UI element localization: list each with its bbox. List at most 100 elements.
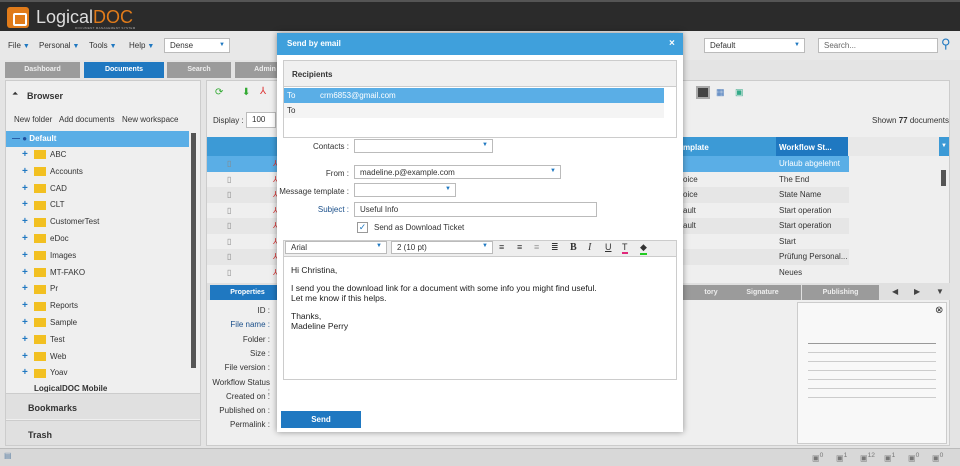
tab-next-icon[interactable]: ▶ bbox=[914, 287, 920, 296]
from-select[interactable]: madeline.p@example.com ▼ bbox=[354, 165, 561, 179]
document-icon: ▯ bbox=[227, 221, 232, 230]
close-dialog-icon[interactable]: × bbox=[669, 38, 675, 49]
tree-folder[interactable]: + Pr bbox=[22, 282, 58, 299]
column-menu-button[interactable]: ▼ bbox=[939, 137, 949, 156]
mail-icon[interactable]: ▣1 bbox=[884, 452, 895, 463]
pdf-icon[interactable]: ⅄ bbox=[260, 86, 266, 97]
list-view-icon[interactable] bbox=[696, 86, 710, 99]
message-template-select[interactable]: ▼ bbox=[354, 183, 456, 197]
send-button[interactable]: Send bbox=[281, 411, 361, 428]
tab-prev-icon[interactable]: ◀ bbox=[892, 287, 898, 296]
expand-icon[interactable]: + bbox=[22, 182, 31, 196]
tree-scrollbar[interactable] bbox=[191, 133, 196, 368]
preview-view-icon[interactable]: ▣ bbox=[735, 87, 744, 98]
gallery-view-icon[interactable]: ▦ bbox=[716, 87, 725, 98]
calendar-icon[interactable]: ▣0 bbox=[908, 452, 919, 463]
refresh-icon[interactable]: ⟳ bbox=[215, 87, 223, 98]
recipient-row[interactable]: To bbox=[284, 103, 664, 118]
expand-icon[interactable]: + bbox=[22, 165, 31, 179]
close-preview-icon[interactable]: ⊗ bbox=[935, 305, 943, 316]
expand-icon[interactable]: + bbox=[22, 282, 31, 296]
align-left-icon[interactable]: ≡ bbox=[499, 242, 504, 252]
font-size-select[interactable]: 2 (10 pt) ▼ bbox=[391, 241, 493, 254]
tab-search[interactable]: Search bbox=[167, 62, 231, 78]
bold-icon[interactable]: B bbox=[570, 242, 577, 253]
tree-folder[interactable]: + Accounts bbox=[22, 165, 83, 182]
expand-icon[interactable]: + bbox=[22, 148, 31, 162]
new-folder-button[interactable]: New folder bbox=[14, 115, 52, 124]
edit-icon[interactable]: ▣12 bbox=[860, 452, 875, 463]
expand-icon[interactable]: + bbox=[22, 249, 31, 263]
tree-folder[interactable]: + Test bbox=[22, 333, 65, 350]
menu-tools[interactable]: Tools bbox=[89, 41, 117, 50]
trash-section[interactable]: Trash bbox=[6, 420, 200, 445]
tree-folder[interactable]: + Images bbox=[22, 249, 76, 266]
tree-folder[interactable]: + Sample bbox=[22, 316, 77, 333]
lock-icon[interactable]: ▣1 bbox=[836, 452, 847, 463]
justify-icon[interactable]: ≣ bbox=[551, 242, 559, 253]
background-color-icon[interactable]: ◆ bbox=[640, 242, 647, 255]
collapse-icon[interactable]: ⏶ bbox=[12, 89, 18, 99]
expand-icon[interactable]: + bbox=[22, 232, 31, 246]
recipient-row[interactable]: To crm6853@gmail.com bbox=[284, 88, 664, 103]
clipboard-icon[interactable]: ▣0 bbox=[812, 452, 823, 463]
tree-folder[interactable]: + MT-FAKO bbox=[22, 266, 85, 283]
tree-folder[interactable]: + eDoc bbox=[22, 232, 69, 249]
align-center-icon[interactable]: ≡ bbox=[517, 242, 522, 252]
column-template[interactable]: mplate bbox=[683, 143, 709, 152]
expand-icon[interactable]: + bbox=[22, 333, 31, 347]
search-icon[interactable]: ⚲ bbox=[941, 36, 951, 52]
expand-icon[interactable]: + bbox=[22, 366, 31, 380]
tab-signature[interactable]: Signature bbox=[724, 285, 801, 300]
tree-folder[interactable]: + CustomerTest bbox=[22, 215, 99, 232]
density-select[interactable]: Dense ▼ bbox=[164, 38, 230, 53]
tree-folder[interactable]: + Reports bbox=[22, 299, 78, 316]
display-count-input[interactable]: 100 bbox=[246, 112, 276, 128]
tree-folder[interactable]: + Yoav bbox=[22, 366, 68, 383]
italic-icon[interactable]: I bbox=[588, 242, 591, 253]
tree-root-default[interactable]: — ● Default bbox=[6, 131, 189, 147]
tree-root-mobile[interactable]: LogicalDOC Mobile bbox=[6, 384, 189, 392]
download-ticket-checkbox[interactable]: ✓ bbox=[357, 222, 368, 233]
bookmarks-section[interactable]: Bookmarks bbox=[6, 393, 200, 419]
tab-documents[interactable]: Documents bbox=[84, 62, 164, 78]
tree-folder[interactable]: + CLT bbox=[22, 198, 65, 215]
contacts-select[interactable]: ▼ bbox=[354, 139, 493, 153]
tab-properties[interactable]: Properties bbox=[210, 285, 285, 300]
folder-icon bbox=[34, 183, 46, 193]
tree-folder[interactable]: + Web bbox=[22, 350, 66, 367]
new-workspace-button[interactable]: New workspace bbox=[122, 115, 178, 124]
gear-icon[interactable]: ▣0 bbox=[932, 452, 943, 463]
property-label: Folder : bbox=[242, 334, 270, 344]
workflow-status-cell: The End bbox=[779, 174, 810, 184]
column-workflow-status[interactable]: Workflow St... bbox=[776, 137, 848, 156]
align-right-icon[interactable]: ≡ bbox=[534, 242, 539, 252]
subject-input[interactable]: Useful Info bbox=[354, 202, 597, 217]
tab-menu-icon[interactable]: ▼ bbox=[936, 287, 944, 296]
folder-icon bbox=[34, 150, 46, 160]
expand-icon[interactable]: + bbox=[22, 198, 31, 212]
tree-folder[interactable]: + ABC bbox=[22, 148, 66, 165]
folder-icon bbox=[34, 234, 46, 244]
search-input[interactable]: Search... bbox=[818, 38, 938, 53]
menu-help[interactable]: Help bbox=[129, 41, 154, 50]
grid-scrollbar[interactable] bbox=[941, 170, 946, 186]
tab-publishing[interactable]: Publishing bbox=[802, 285, 879, 300]
expand-icon[interactable]: + bbox=[22, 266, 31, 280]
tab-dashboard[interactable]: Dashboard bbox=[5, 62, 80, 78]
expand-icon[interactable]: + bbox=[22, 316, 31, 330]
underline-icon[interactable]: U bbox=[605, 242, 612, 252]
expand-icon[interactable]: + bbox=[22, 215, 31, 229]
text-color-icon[interactable]: T bbox=[622, 242, 628, 254]
notes-icon[interactable]: ▤ bbox=[4, 451, 12, 460]
download-icon[interactable]: ⬇ bbox=[242, 87, 250, 98]
expand-icon[interactable]: + bbox=[22, 350, 31, 364]
message-body[interactable]: Hi Christina, I send you the download li… bbox=[291, 265, 671, 339]
menu-personal[interactable]: Personal bbox=[39, 41, 79, 50]
tree-folder[interactable]: + CAD bbox=[22, 182, 67, 199]
expand-icon[interactable]: + bbox=[22, 299, 31, 313]
add-documents-button[interactable]: Add documents bbox=[59, 115, 115, 124]
font-select[interactable]: Arial ▼ bbox=[285, 241, 387, 254]
template-select[interactable]: Default ▼ bbox=[704, 38, 805, 53]
menu-file[interactable]: File bbox=[8, 41, 30, 50]
